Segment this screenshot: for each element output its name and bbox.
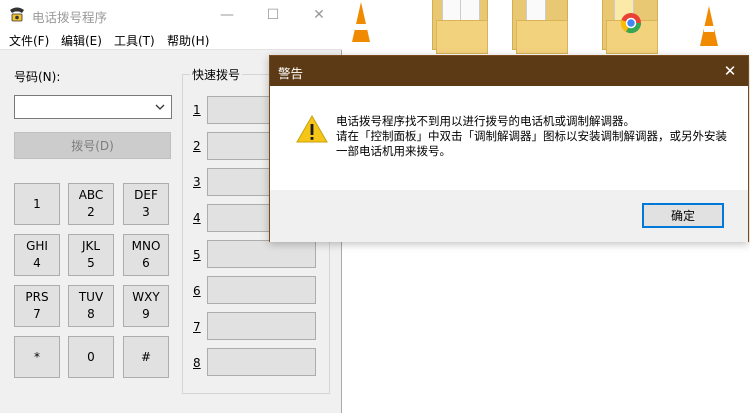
key-9[interactable]: WXY 9 bbox=[123, 285, 169, 327]
warning-icon bbox=[296, 114, 328, 143]
phone-app-icon bbox=[10, 7, 24, 22]
dialog-message: 电话拨号程序找不到用以进行拨号的电话机或调制解调器。 请在「控制面板」中双击「调… bbox=[336, 114, 727, 159]
number-combobox[interactable] bbox=[14, 95, 172, 119]
maximize-button[interactable]: ☐ bbox=[250, 0, 296, 30]
speed-dial-title: 快速拨号 bbox=[190, 66, 243, 83]
message-line: 一部电话机用来拨号。 bbox=[336, 144, 451, 158]
key-star[interactable]: * bbox=[14, 336, 60, 378]
ok-button[interactable]: 确定 bbox=[642, 203, 724, 228]
speed-dial-label-6: 6 bbox=[193, 284, 201, 298]
key-1[interactable]: 1 bbox=[14, 183, 60, 225]
dialog-close-button[interactable]: ✕ bbox=[712, 56, 748, 86]
chevron-down-icon[interactable] bbox=[155, 102, 165, 112]
message-line: 电话拨号程序找不到用以进行拨号的电话机或调制解调器。 bbox=[336, 114, 635, 128]
menu-help[interactable]: 帮助(H) bbox=[167, 32, 209, 49]
folder-icon[interactable] bbox=[510, 0, 570, 55]
warning-dialog: 警告 ✕ 电话拨号程序找不到用以进行拨号的电话机或调制解调器。 请在「控制面板」… bbox=[269, 55, 749, 242]
menu-tools[interactable]: 工具(T) bbox=[114, 32, 155, 49]
key-hash[interactable]: # bbox=[123, 336, 169, 378]
speed-dial-label-5: 5 bbox=[193, 248, 201, 262]
speed-dial-button-7[interactable] bbox=[207, 312, 316, 340]
key-8[interactable]: TUV 8 bbox=[68, 285, 114, 327]
speed-dial-label-2: 2 bbox=[193, 139, 201, 153]
message-line: 请在「控制面板」中双击「调制解调器」图标以安装调制解调器，或另外安装 bbox=[336, 129, 727, 143]
dialer-title: 电话拨号程序 bbox=[32, 10, 108, 25]
dialog-titlebar[interactable]: 警告 ✕ bbox=[270, 56, 748, 86]
key-2[interactable]: ABC 2 bbox=[68, 183, 114, 225]
dial-button[interactable]: 拨号(D) bbox=[14, 132, 171, 159]
key-0[interactable]: 0 bbox=[68, 336, 114, 378]
key-6[interactable]: MNO 6 bbox=[123, 234, 169, 276]
close-button[interactable]: ✕ bbox=[296, 0, 342, 30]
menu-file[interactable]: 文件(F) bbox=[9, 32, 49, 49]
menu-edit[interactable]: 编辑(E) bbox=[61, 32, 102, 49]
speed-dial-label-1: 1 bbox=[193, 103, 201, 117]
folder-icon[interactable] bbox=[600, 0, 660, 55]
speed-dial-label-7: 7 bbox=[193, 320, 201, 334]
key-4[interactable]: GHI 4 bbox=[14, 234, 60, 276]
speed-dial-label-4: 4 bbox=[193, 211, 201, 225]
dialog-title: 警告 bbox=[278, 66, 304, 81]
folder-icon[interactable] bbox=[430, 0, 490, 55]
speed-dial-button-8[interactable] bbox=[207, 348, 316, 376]
screen: 电话拨号程序 — ☐ ✕ 文件(F) 编辑(E) 工具(T) 帮助(H) 号码(… bbox=[0, 0, 750, 413]
minimize-button[interactable]: — bbox=[204, 0, 250, 30]
key-3[interactable]: DEF 3 bbox=[123, 183, 169, 225]
speed-dial-label-8: 8 bbox=[193, 356, 201, 370]
speed-dial-button-5[interactable] bbox=[207, 240, 316, 268]
speed-dial-button-6[interactable] bbox=[207, 276, 316, 304]
key-5[interactable]: JKL 5 bbox=[68, 234, 114, 276]
menubar: 文件(F) 编辑(E) 工具(T) 帮助(H) bbox=[0, 30, 342, 50]
key-7[interactable]: PRS 7 bbox=[14, 285, 60, 327]
dialer-titlebar[interactable]: 电话拨号程序 — ☐ ✕ bbox=[0, 0, 342, 30]
speed-dial-label-3: 3 bbox=[193, 175, 201, 189]
number-label: 号码(N): bbox=[14, 70, 61, 84]
